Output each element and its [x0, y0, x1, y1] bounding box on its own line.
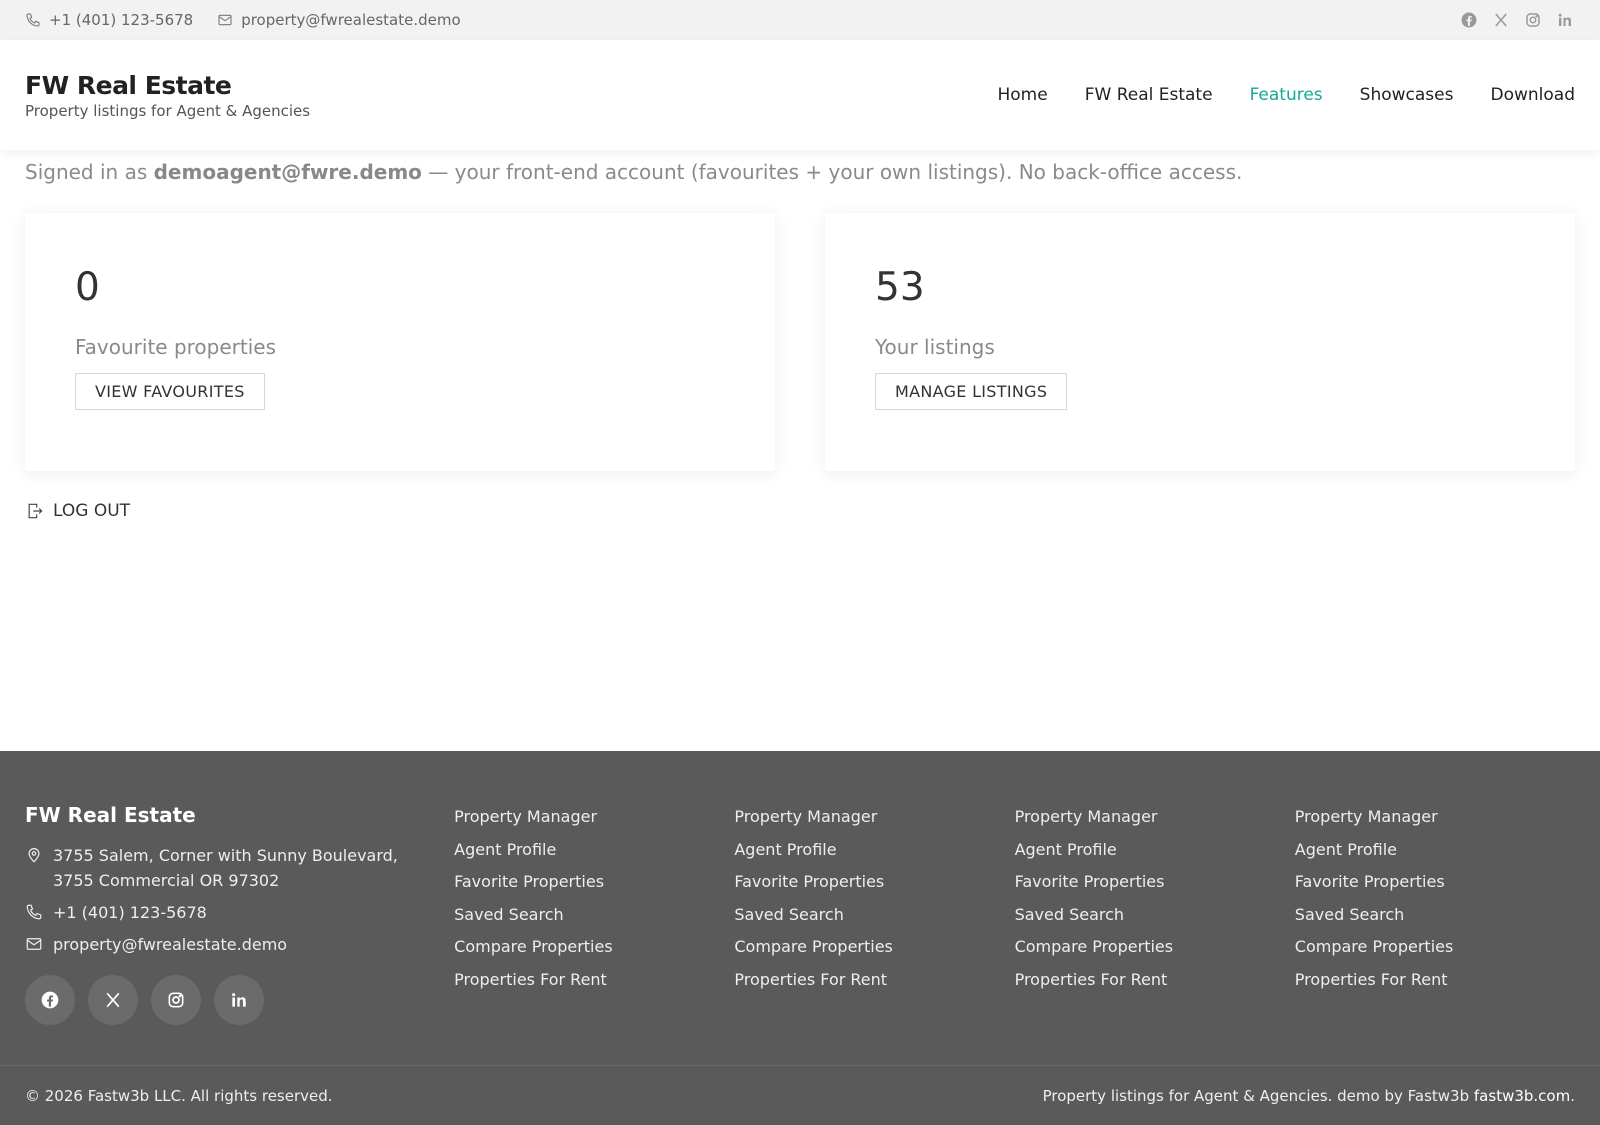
linkedin-icon[interactable] [1555, 10, 1575, 30]
signed-in-suffix: — your front-end account (favourites + y… [428, 160, 1243, 184]
footer-link-compare-properties[interactable]: Compare Properties [734, 931, 1014, 964]
footer-credit-link[interactable]: fastw3b.com [1474, 1087, 1570, 1105]
favourites-label: Favourite properties [75, 335, 277, 359]
site-logo[interactable]: FW Real Estate Property listings for Age… [25, 71, 310, 120]
logout-label: LOG OUT [53, 501, 131, 521]
footer-bottom-bar: © 2026 Fastw3b LLC. All rights reserved.… [0, 1065, 1600, 1125]
signed-in-notice: Signed in as demoagent@fwre.demo — your … [25, 158, 1575, 186]
listings-card: 53 Your listings MANAGE LISTINGS [825, 213, 1575, 471]
brand-name: FW Real Estate [25, 70, 232, 100]
phone-icon [25, 900, 43, 925]
footer-link-favorite-properties[interactable]: Favorite Properties [1295, 866, 1575, 899]
listings-label: Your listings [875, 335, 995, 359]
view-favourites-button[interactable]: VIEW FAVOURITES [75, 373, 265, 410]
x-icon[interactable] [1491, 10, 1511, 30]
footer-credit: Property listings for Agent & Agencies. … [1043, 1087, 1575, 1105]
nav-download[interactable]: Download [1490, 85, 1575, 105]
facebook-icon[interactable] [25, 975, 75, 1025]
map-pin-icon [25, 843, 43, 893]
account-dashboard: Signed in as demoagent@fwre.demo — your … [0, 158, 1600, 521]
footer-about: FW Real Estate 3755 Salem, Corner with S… [25, 801, 454, 1065]
top-contacts: +1 (401) 123-5678 property@fwrealestate.… [25, 11, 461, 29]
site-footer: FW Real Estate 3755 Salem, Corner with S… [0, 751, 1600, 1125]
nav-fw-real-estate[interactable]: FW Real Estate [1085, 85, 1213, 105]
brand-tagline: Property listings for Agent & Agencies [25, 101, 311, 120]
top-phone-link[interactable]: +1 (401) 123-5678 [25, 11, 193, 29]
footer-link-properties-for-rent[interactable]: Properties For Rent [454, 964, 734, 997]
top-phone: +1 (401) 123-5678 [49, 11, 194, 29]
footer-credit-end: . [1570, 1086, 1575, 1105]
footer-address-line1: 3755 Salem, Corner with Sunny Boulevard, [53, 846, 398, 865]
top-bar: +1 (401) 123-5678 property@fwrealestate.… [0, 0, 1600, 40]
footer-link-saved-search[interactable]: Saved Search [454, 899, 734, 932]
top-email-link[interactable]: property@fwrealestate.demo [217, 11, 461, 29]
signed-in-prefix: Signed in as [25, 160, 148, 184]
footer-link-favorite-properties[interactable]: Favorite Properties [1015, 866, 1295, 899]
nav-showcases[interactable]: Showcases [1360, 85, 1454, 105]
signed-in-user: demoagent@fwre.demo [153, 160, 422, 184]
footer-link-properties-for-rent[interactable]: Properties For Rent [1295, 964, 1575, 997]
footer-phone-link[interactable]: +1 (401) 123-5678 [25, 900, 454, 925]
footer-links-col-4: Property Manager Agent Profile Favorite … [1295, 801, 1575, 1065]
footer-link-favorite-properties[interactable]: Favorite Properties [454, 866, 734, 899]
footer-credit-text: Property listings for Agent & Agencies. … [1042, 1086, 1470, 1105]
instagram-icon[interactable] [1523, 10, 1543, 30]
footer-link-property-manager[interactable]: Property Manager [1295, 801, 1575, 834]
footer-link-compare-properties[interactable]: Compare Properties [1015, 931, 1295, 964]
mail-icon [25, 932, 43, 957]
footer-link-properties-for-rent[interactable]: Properties For Rent [734, 964, 1014, 997]
footer-link-saved-search[interactable]: Saved Search [1015, 899, 1295, 932]
x-icon[interactable] [88, 975, 138, 1025]
nav-home[interactable]: Home [998, 85, 1048, 105]
footer-link-property-manager[interactable]: Property Manager [454, 801, 734, 834]
stat-cards: 0 Favourite properties VIEW FAVOURITES 5… [25, 213, 1575, 471]
site-header: FW Real Estate Property listings for Age… [0, 40, 1600, 150]
footer-link-agent-profile[interactable]: Agent Profile [1015, 834, 1295, 867]
footer-link-property-manager[interactable]: Property Manager [1015, 801, 1295, 834]
manage-listings-button[interactable]: MANAGE LISTINGS [875, 373, 1068, 410]
listings-count: 53 [875, 265, 925, 310]
footer-email: property@fwrealestate.demo [53, 935, 288, 954]
footer-address-line2: 3755 Commercial OR 97302 [53, 871, 280, 890]
footer-link-property-manager[interactable]: Property Manager [734, 801, 1014, 834]
footer-link-saved-search[interactable]: Saved Search [734, 899, 1014, 932]
footer-link-agent-profile[interactable]: Agent Profile [734, 834, 1014, 867]
footer-link-favorite-properties[interactable]: Favorite Properties [734, 866, 1014, 899]
facebook-icon[interactable] [1459, 10, 1479, 30]
footer-address: 3755 Salem, Corner with Sunny Boulevard,… [25, 843, 454, 893]
nav-features[interactable]: Features [1250, 85, 1323, 105]
footer-phone: +1 (401) 123-5678 [53, 903, 207, 922]
top-email: property@fwrealestate.demo [241, 11, 461, 29]
footer-link-compare-properties[interactable]: Compare Properties [1295, 931, 1575, 964]
logout-icon [25, 501, 45, 521]
footer-link-agent-profile[interactable]: Agent Profile [454, 834, 734, 867]
footer-main: FW Real Estate 3755 Salem, Corner with S… [0, 751, 1600, 1065]
main-nav: Home FW Real Estate Features Showcases D… [998, 85, 1576, 105]
top-social-links [1459, 10, 1575, 30]
footer-links-col-3: Property Manager Agent Profile Favorite … [1015, 801, 1295, 1065]
copyright: © 2026 Fastw3b LLC. All rights reserved. [25, 1086, 333, 1105]
logout-button[interactable]: LOG OUT [25, 501, 1575, 521]
footer-link-compare-properties[interactable]: Compare Properties [454, 931, 734, 964]
instagram-icon[interactable] [151, 975, 201, 1025]
footer-link-properties-for-rent[interactable]: Properties For Rent [1015, 964, 1295, 997]
footer-email-link[interactable]: property@fwrealestate.demo [25, 932, 454, 957]
footer-link-saved-search[interactable]: Saved Search [1295, 899, 1575, 932]
footer-title: FW Real Estate [25, 803, 196, 827]
phone-icon [25, 12, 41, 28]
linkedin-icon[interactable] [214, 975, 264, 1025]
footer-links-col-2: Property Manager Agent Profile Favorite … [734, 801, 1014, 1065]
footer-social-links [25, 975, 454, 1025]
mail-icon [217, 12, 233, 28]
footer-links-col-1: Property Manager Agent Profile Favorite … [454, 801, 734, 1065]
footer-link-agent-profile[interactable]: Agent Profile [1295, 834, 1575, 867]
favourites-card: 0 Favourite properties VIEW FAVOURITES [25, 213, 775, 471]
favourites-count: 0 [75, 265, 100, 310]
